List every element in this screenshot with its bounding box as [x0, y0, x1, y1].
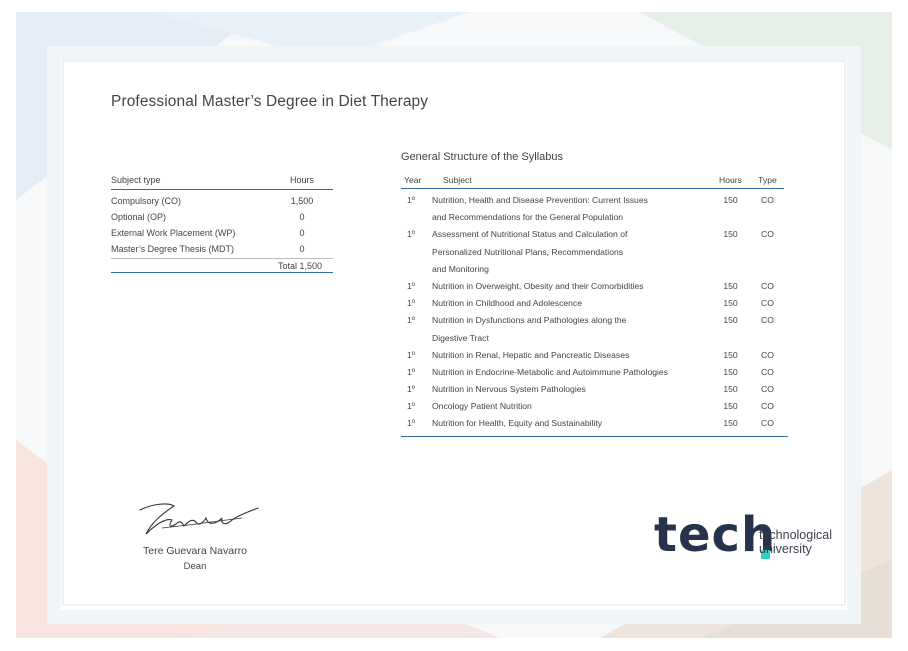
- syllabus-hours-cell: 150: [723, 349, 738, 360]
- syllabus-subject-line: Nutrition in Overweight, Obesity and the…: [432, 280, 644, 291]
- syllabus-subject-line: Digestive Tract: [432, 332, 489, 343]
- syllabus-subject-cell: Nutrition in Dysfunctions and Pathologie…: [432, 312, 710, 346]
- logo-wordmark: tech: [654, 507, 777, 563]
- syllabus-hours-cell: 150: [723, 366, 738, 377]
- syllabus-subject-line: Nutrition for Health, Equity and Sustain…: [432, 418, 603, 429]
- syllabus-subject-line: and Monitoring: [432, 263, 489, 274]
- syllabus-header-year: Year: [404, 175, 422, 185]
- syllabus-row: 1º Nutrition in Childhood and Adolescence…: [401, 295, 784, 312]
- syllabus-row: 1º Nutrition for Health, Equity and Susta…: [401, 415, 784, 432]
- summary-type-cell: Master’s Degree Thesis (MDT): [111, 244, 235, 254]
- syllabus-type-cell: CO: [761, 195, 774, 205]
- syllabus-type-cell: CO: [761, 229, 774, 240]
- logo-line-1: technological: [759, 528, 832, 542]
- syllabus-hours-cell: 150: [723, 195, 738, 205]
- summary-hours-cell: 0: [299, 212, 305, 222]
- summary-hours-cell: 0: [299, 228, 305, 238]
- syllabus-year-cell: 1º: [407, 298, 415, 309]
- syllabus-hours-cell: 150: [723, 315, 738, 326]
- syllabus-year-cell: 1º: [407, 195, 415, 205]
- syllabus-year-cell: 1º: [407, 229, 415, 240]
- syllabus-row: 1º Oncology Patient Nutrition 150 CO: [401, 398, 784, 415]
- summary-type-cell: Compulsory (CO): [111, 196, 182, 206]
- dean-signature: [139, 503, 259, 535]
- document-title: Professional Master’s Degree in Diet The…: [111, 93, 429, 110]
- summary-row: External Work Placement (WP) 0: [111, 225, 333, 241]
- summary-row: Compulsory (CO) 1,500: [111, 193, 333, 209]
- logo-subtitle: technological university: [759, 529, 832, 557]
- syllabus-hours-cell: 150: [723, 298, 738, 309]
- logo-line-2: university: [759, 542, 812, 556]
- signer-name: Tere Guevara Navarro: [143, 545, 247, 557]
- syllabus-year-cell: 1º: [407, 280, 415, 291]
- syllabus-header-row: Year Subject Hours Type: [401, 172, 784, 189]
- syllabus-year-cell: 1º: [407, 366, 415, 377]
- summary-total: Total 1,500: [111, 258, 333, 273]
- syllabus-type-cell: CO: [761, 418, 774, 429]
- syllabus-year-cell: 1º: [407, 418, 415, 429]
- syllabus-subject-cell: Nutrition in Nervous System Pathologies: [432, 381, 710, 398]
- syllabus-subject-line: Nutrition in Renal, Hepatic and Pancreat…: [432, 349, 630, 360]
- syllabus-year-cell: 1º: [407, 315, 415, 326]
- syllabus-subject-cell: Oncology Patient Nutrition: [432, 398, 710, 415]
- summary-type-cell: Optional (OP): [111, 212, 167, 222]
- syllabus-subject-line: Nutrition in Nervous System Pathologies: [432, 384, 586, 395]
- syllabus-subject-line: Nutrition in Dysfunctions and Pathologie…: [432, 315, 627, 326]
- syllabus-title: General Structure of the Syllabus: [401, 151, 564, 163]
- syllabus-year-cell: 1º: [407, 401, 415, 412]
- syllabus-subject-cell: Assessment of Nutritional Status and Cal…: [432, 226, 710, 278]
- summary-row: Optional (OP) 0: [111, 209, 333, 225]
- summary-hours-cell: 0: [299, 244, 305, 254]
- syllabus-type-cell: CO: [761, 315, 774, 326]
- syllabus-subject-cell: Nutrition, Health and Disease Prevention…: [432, 192, 710, 226]
- summary-hours-cell: 1,500: [290, 196, 314, 206]
- summary-row: Master’s Degree Thesis (MDT) 0: [111, 241, 333, 257]
- syllabus-subject-cell: Nutrition in Overweight, Obesity and the…: [432, 278, 710, 295]
- syllabus-row: 1º Nutrition in Overweight, Obesity and t…: [401, 278, 784, 295]
- subject-type-summary-table: Subject type Hours Compulsory (CO) 1,500…: [111, 175, 333, 273]
- syllabus-subject-line: Assessment of Nutritional Status and Cal…: [432, 229, 628, 240]
- syllabus-type-cell: CO: [761, 384, 774, 395]
- syllabus-subject-line: Personalized Nutritional Plans, Recommen…: [432, 246, 624, 257]
- syllabus-hours-cell: 150: [723, 401, 738, 412]
- syllabus-row: 1º Nutrition in Dysfunctions and Patholog…: [401, 312, 784, 346]
- syllabus-hours-cell: 150: [723, 280, 738, 291]
- syllabus-subject-line: Nutrition, Health and Disease Prevention…: [432, 195, 648, 205]
- syllabus-type-cell: CO: [761, 366, 774, 377]
- syllabus-subject-cell: Nutrition for Health, Equity and Sustain…: [432, 415, 710, 432]
- syllabus-hours-cell: 150: [723, 418, 738, 429]
- syllabus-bottom-rule: [401, 435, 788, 437]
- syllabus-row: 1º Nutrition in Endocrine-Metabolic and A…: [401, 364, 784, 381]
- syllabus-subject-cell: Nutrition in Renal, Hepatic and Pancreat…: [432, 347, 710, 364]
- syllabus-subject-line: and Recommendations for the General Popu…: [432, 212, 624, 223]
- signer-role: Dean: [183, 561, 207, 572]
- summary-header-type: Subject type: [111, 175, 161, 185]
- syllabus-subject-line: Nutrition in Endocrine-Metabolic and Aut…: [432, 366, 668, 377]
- syllabus-type-cell: CO: [761, 401, 774, 412]
- syllabus-type-cell: CO: [761, 298, 774, 309]
- syllabus-row: 1º Nutrition in Renal, Hepatic and Pancre…: [401, 347, 784, 364]
- summary-type-cell: External Work Placement (WP): [111, 228, 236, 238]
- syllabus-year-cell: 1º: [407, 384, 415, 395]
- syllabus-body: 1º Nutrition, Health and Disease Preventi…: [401, 192, 784, 433]
- syllabus-row: 1º Assessment of Nutritional Status and C…: [401, 226, 784, 278]
- syllabus-hours-cell: 150: [723, 384, 738, 395]
- syllabus-hours-cell: 150: [723, 229, 738, 240]
- summary-header-row: Subject type Hours: [111, 175, 333, 190]
- syllabus-header-subject: Subject: [443, 175, 472, 185]
- syllabus-year-cell: 1º: [407, 349, 415, 360]
- syllabus-type-cell: CO: [761, 349, 774, 360]
- syllabus-subject-line: Nutrition in Childhood and Adolescence: [432, 298, 583, 309]
- syllabus-table: Year Subject Hours Type 1º Nutrition, Hea…: [401, 172, 788, 437]
- syllabus-subject-cell: Nutrition in Endocrine-Metabolic and Aut…: [432, 364, 710, 381]
- syllabus-subject-line: Oncology Patient Nutrition: [432, 401, 532, 412]
- syllabus-type-cell: CO: [761, 280, 774, 291]
- syllabus-subject-cell: Nutrition in Childhood and Adolescence: [432, 295, 710, 312]
- syllabus-header-hours: Hours: [719, 175, 742, 185]
- syllabus-header-type: Type: [758, 175, 777, 185]
- syllabus-row: 1º Nutrition, Health and Disease Preventi…: [401, 192, 784, 226]
- syllabus-row: 1º Nutrition in Nervous System Pathologie…: [401, 381, 784, 398]
- summary-header-hours: Hours: [289, 175, 314, 185]
